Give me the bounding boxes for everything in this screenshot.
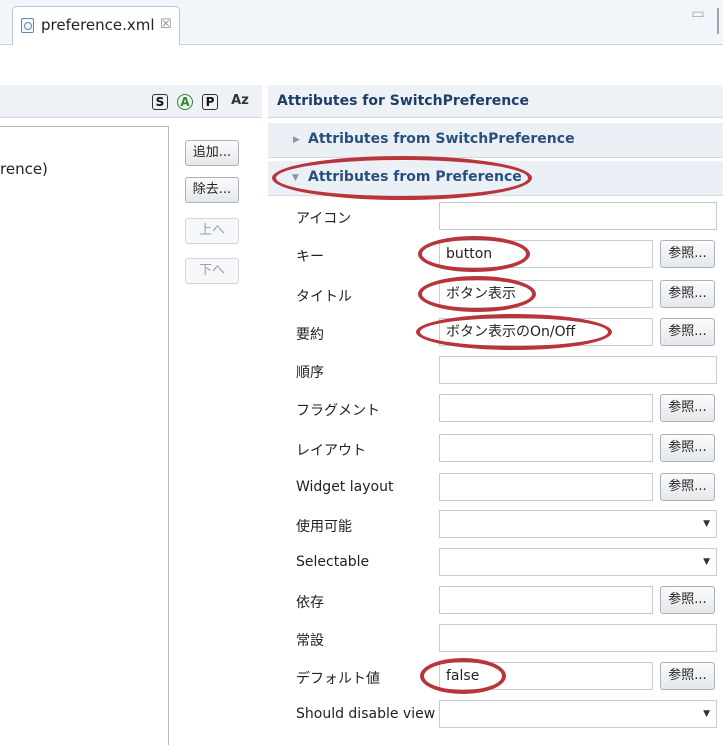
key-field[interactable]: button (439, 240, 653, 268)
chevron-down-icon: ▼ (703, 519, 710, 529)
sort-az-button[interactable]: Az (229, 94, 251, 110)
label-dependency: 依存 (296, 595, 324, 611)
xml-file-icon (21, 18, 34, 33)
chevron-down-icon: ▼ (292, 173, 299, 183)
label-should-disable-view: Should disable view (296, 706, 436, 722)
show-s-button[interactable]: S (152, 94, 168, 110)
attributes-title: Attributes for SwitchPreference (277, 93, 529, 109)
show-p-button[interactable]: P (202, 94, 218, 110)
summary-field[interactable]: ボタン表示のOn/Off (439, 318, 653, 346)
should-disable-view-select[interactable]: ▼ (439, 700, 717, 728)
section-preference-title: Attributes from Preference (308, 169, 522, 185)
fragment-field[interactable] (439, 394, 653, 422)
label-order: 順序 (296, 365, 324, 381)
widget-layout-browse-button[interactable]: 参照... (660, 473, 715, 501)
section-preference[interactable]: ▼ Attributes from Preference (268, 161, 723, 196)
label-icon: アイコン (296, 211, 352, 227)
title-browse-button[interactable]: 参照... (660, 280, 715, 308)
tab-label: preference.xml (41, 16, 155, 34)
enabled-select[interactable]: ▼ (439, 510, 717, 538)
section-switchpreference[interactable]: ▶ Attributes from SwitchPreference (268, 123, 723, 158)
dependency-field[interactable] (439, 586, 653, 614)
add-button[interactable]: 追加... (185, 140, 239, 166)
dependency-browse-button[interactable]: 参照... (660, 586, 715, 614)
close-icon[interactable]: ☒ (160, 17, 172, 32)
down-button[interactable]: 下へ (185, 258, 239, 284)
default-value-browse-button[interactable]: 参照... (660, 662, 715, 690)
tree-item[interactable]: rence) (0, 160, 48, 178)
summary-browse-button[interactable]: 参照... (660, 318, 715, 346)
selectable-select[interactable]: ▼ (439, 548, 717, 576)
outline-header: S A P Az (0, 85, 262, 118)
chevron-down-icon: ▼ (703, 557, 710, 567)
section-switchpreference-title: Attributes from SwitchPreference (308, 131, 575, 147)
label-persistent: 常設 (296, 633, 324, 649)
maximize-icon[interactable] (717, 8, 719, 34)
icon-field[interactable] (439, 202, 717, 230)
up-button[interactable]: 上へ (185, 218, 239, 244)
tab-preference-xml[interactable]: preference.xml ☒ (12, 6, 180, 45)
remove-button[interactable]: 除去... (185, 177, 239, 203)
minimize-icon[interactable]: ▭ (690, 7, 706, 23)
label-widget-layout: Widget layout (296, 479, 394, 495)
layout-field[interactable] (439, 434, 653, 462)
default-value-field[interactable]: false (439, 662, 653, 690)
label-title: タイトル (296, 289, 352, 305)
order-field[interactable] (439, 356, 717, 384)
key-browse-button[interactable]: 参照... (660, 240, 715, 268)
chevron-right-icon: ▶ (293, 135, 300, 145)
structure-tree[interactable] (0, 126, 169, 745)
title-field[interactable]: ボタン表示 (439, 280, 653, 308)
layout-browse-button[interactable]: 参照... (660, 434, 715, 462)
label-layout: レイアウト (296, 443, 366, 459)
label-summary: 要約 (296, 327, 324, 343)
label-enabled: 使用可能 (296, 519, 352, 535)
label-default-value: デフォルト値 (296, 671, 380, 687)
label-fragment: フラグメント (296, 403, 380, 419)
fragment-browse-button[interactable]: 参照... (660, 394, 715, 422)
show-a-button[interactable]: A (177, 94, 193, 110)
label-selectable: Selectable (296, 554, 370, 570)
widget-layout-field[interactable] (439, 473, 653, 501)
label-key: キー (296, 249, 324, 265)
persistent-field[interactable] (439, 624, 717, 652)
chevron-down-icon: ▼ (703, 709, 710, 719)
